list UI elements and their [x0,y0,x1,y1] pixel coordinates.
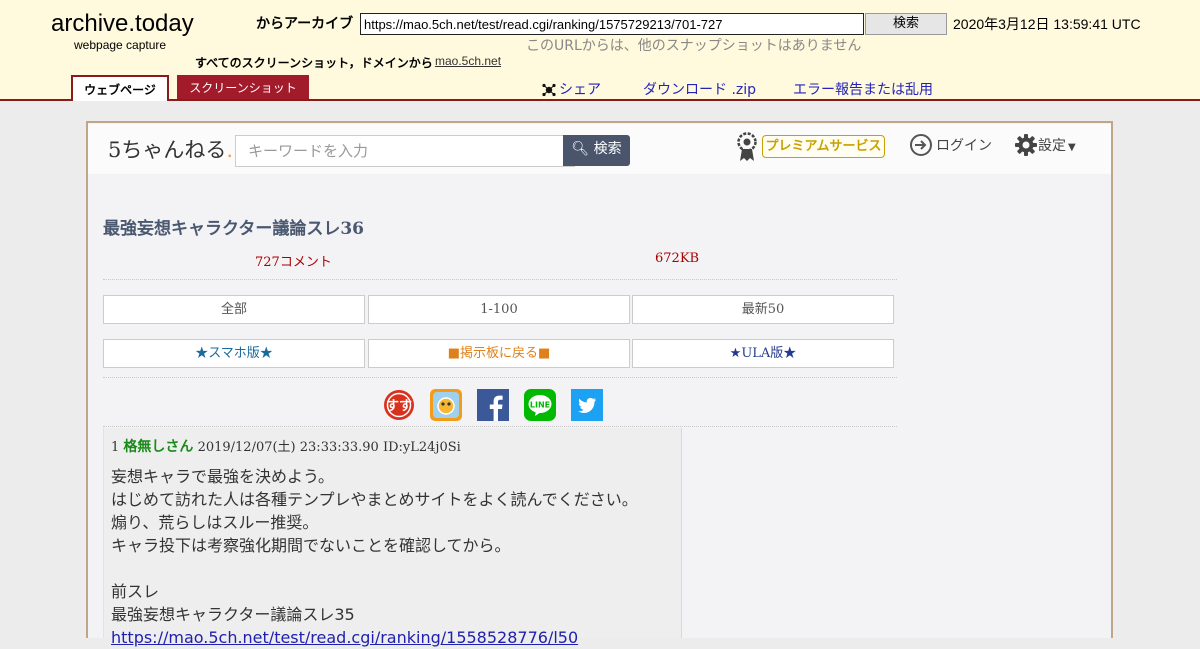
keyword-search-button-label: 検索 [593,141,622,157]
post-datetime-id: 2019/12/07(土) 23:33:33.90 ID:yL24j0Si [197,440,461,455]
all-screenshots-label: すべてのスクリーンショット，ドメインから [195,56,433,70]
thread-title: 最強妄想キャラクター議論スレ36 [103,219,364,239]
post-line [111,557,638,580]
show-1-100-button[interactable]: 1-100 [368,295,630,324]
divider [103,377,897,378]
post-number[interactable]: 1 [111,440,119,455]
premium-service-button[interactable]: プレミアムサービス [762,135,885,158]
keyword-search-input[interactable]: キーワードを入力 [235,135,575,167]
line-icon[interactable]: LINE [524,389,556,421]
capture-date: 2020年3月12日 13:59:41 UTC [953,16,1141,32]
archive-from-label: からアーカイブ [256,16,354,32]
keyword-search-button[interactable]: 🔍︎ 検索 [563,135,630,166]
thread-size: 672KB [655,251,700,266]
previous-thread-link[interactable]: https://mao.5ch.net/test/read.cgi/rankin… [111,626,638,649]
twitter-icon[interactable] [571,389,603,421]
site-logo[interactable]: 5ちゃんねる. [108,134,233,164]
orange-app-icon[interactable] [430,389,462,421]
premium-badge-icon [737,132,757,161]
divider [103,426,897,427]
share-link[interactable]: シェア [542,79,601,99]
sumasuma-icon[interactable]: すす [383,389,415,421]
poster-name: 格無しさん [123,439,194,455]
post-line: 最強妄想キャラクター議論スレ35 [111,605,355,624]
share-label: シェア [559,82,601,98]
archive-brand[interactable]: archive.today [51,10,194,38]
archived-url-input[interactable] [360,13,864,35]
comment-count: 727コメント [255,255,332,270]
svg-text:LINE: LINE [530,401,550,410]
back-to-board-link[interactable]: ■掲示板に戻る■ [368,339,630,368]
report-abuse-link[interactable]: エラー報告または乱用 [793,79,933,99]
post-header: 1 格無しさん 2019/12/07(土) 23:33:33.90 ID:yL2… [111,436,461,456]
caret-down-icon: ▼ [1068,142,1076,153]
domain-link[interactable]: mao.5ch.net [435,54,501,68]
svg-text:すす: すす [386,399,412,414]
post-line: 煽り、荒らしはスルー推奨。 [111,513,319,532]
tab-webpage[interactable]: ウェブページ [71,75,169,101]
no-snapshots-notice: このURLからは、他のスナップショットはありません [526,38,862,54]
login-icon [910,134,932,156]
share-icon [542,83,556,97]
post-line: キャラ投下は考察強化期間でないことを確認してから。 [111,536,511,555]
login-link[interactable]: ログイン [936,135,992,155]
ula-version-link[interactable]: ★ULA版★ [632,339,894,368]
archive-search-button[interactable]: 検索 [865,13,947,35]
settings-label: 設定 [1038,138,1066,154]
facebook-icon[interactable] [477,389,509,421]
post-line: 前スレ [111,582,160,601]
tab-screenshot[interactable]: スクリーンショット [177,75,309,99]
post-body: 妄想キャラで最強を決めよう。 はじめて訪れた人は各種テンプレやまとめサイトをよく… [111,465,638,649]
settings-menu[interactable]: 設定 ▼ [1038,135,1076,155]
download-zip-link[interactable]: ダウンロード .zip [643,79,756,99]
site-logo-text: 5ちゃんねる [108,138,227,162]
show-all-button[interactable]: 全部 [103,295,365,324]
divider [103,279,897,280]
show-latest-50-button[interactable]: 最新50 [632,295,894,324]
search-icon: 🔍︎ [571,141,590,157]
gear-icon [1015,134,1037,156]
smartphone-version-link[interactable]: ★スマホ版★ [103,339,365,368]
post-line: 妄想キャラで最強を決めよう。 [111,467,335,486]
post-line: はじめて訪れた人は各種テンプレやまとめサイトをよく読んでください。 [111,490,638,509]
archive-brand-subtitle: webpage capture [74,38,167,52]
